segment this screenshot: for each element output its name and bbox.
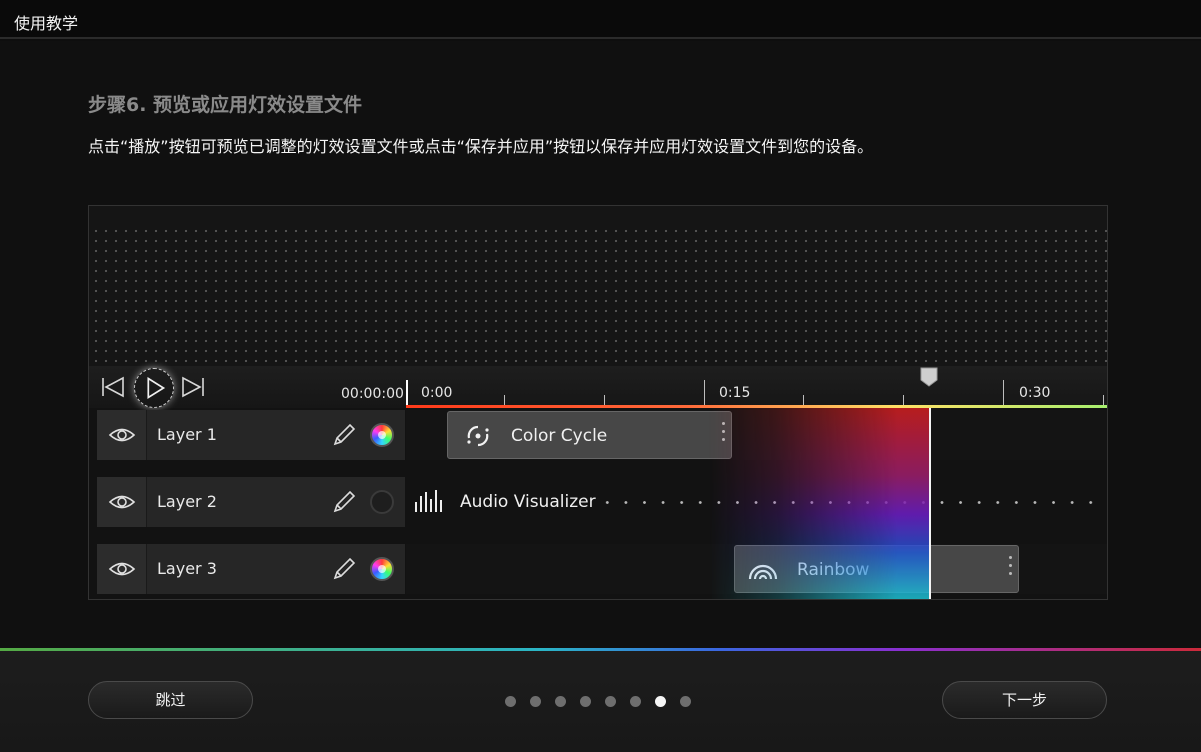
page-dot[interactable]: [655, 696, 666, 707]
ruler-label: 0:30: [1019, 385, 1051, 401]
ruler-tick: [604, 395, 605, 405]
page-dot[interactable]: [580, 696, 591, 707]
layer-track-2[interactable]: Audio Visualizer: [406, 477, 1107, 527]
skip-to-end-icon[interactable]: [179, 373, 207, 401]
skip-to-start-icon[interactable]: [99, 373, 127, 401]
layer-track-3[interactable]: Rainbow: [406, 544, 1107, 594]
timecode-display: 00:00:00: [341, 386, 404, 402]
timeline-demo: 00:00:00 0:00 0:15 0:30 Layer 1 Color Cy…: [88, 205, 1108, 600]
step-title: 步骤6. 预览或应用灯效设置文件: [88, 94, 363, 116]
timeline-clip[interactable]: Rainbow: [734, 545, 1019, 593]
clip-drag-handle[interactable]: [1009, 556, 1012, 584]
page-dot[interactable]: [680, 696, 691, 707]
ruler-tick: [1003, 380, 1004, 405]
ruler-tick: [803, 395, 804, 405]
eye-icon: [108, 428, 136, 442]
clip-dotted-extent: [598, 501, 1103, 504]
layer-row-2[interactable]: Layer 2: [97, 477, 405, 527]
eye-icon: [108, 495, 136, 509]
page-dot[interactable]: [605, 696, 616, 707]
layer-track-1[interactable]: Color Cycle: [406, 410, 1107, 460]
pencil-icon[interactable]: [331, 489, 357, 515]
led-preview-grid: [89, 206, 1107, 366]
playhead-handle-icon[interactable]: [920, 367, 938, 387]
clip-label: Rainbow: [797, 560, 870, 580]
eye-icon: [108, 562, 136, 576]
layer-row-1[interactable]: Layer 1: [97, 410, 405, 460]
timeline-ruler[interactable]: 0:00 0:15 0:30: [406, 366, 1107, 408]
visibility-toggle[interactable]: [97, 410, 147, 460]
play-button[interactable]: [134, 368, 174, 408]
page-dot[interactable]: [505, 696, 516, 707]
ruler-tick: [1103, 395, 1104, 405]
timeline-clip[interactable]: Color Cycle: [447, 411, 732, 459]
page-dot[interactable]: [555, 696, 566, 707]
play-icon: [147, 376, 166, 400]
layer-name: Layer 1: [157, 425, 217, 444]
ruler-tick: [504, 395, 505, 405]
layer-color-swatch[interactable]: [370, 490, 394, 514]
title-bar: 使用教学: [0, 0, 1201, 39]
layer-row-3[interactable]: Layer 3: [97, 544, 405, 594]
clip-label: Audio Visualizer: [460, 492, 596, 512]
clip-drag-handle[interactable]: [722, 422, 725, 450]
layer-name: Layer 2: [157, 492, 217, 511]
ruler-tick: [903, 395, 904, 405]
visibility-toggle[interactable]: [97, 477, 147, 527]
pencil-icon[interactable]: [331, 422, 357, 448]
next-button[interactable]: 下一步: [942, 681, 1107, 719]
ruler-start-marker: [406, 380, 408, 408]
visibility-toggle[interactable]: [97, 544, 147, 594]
page-dot[interactable]: [530, 696, 541, 707]
ruler-label: 0:00: [421, 385, 453, 401]
ruler-color-bar: [406, 405, 1107, 408]
tutorial-footer: 跳过 下一步: [0, 651, 1201, 752]
rainbow-icon: [748, 564, 778, 580]
layer-color-swatch[interactable]: [370, 423, 394, 447]
color-cycle-icon: [467, 425, 489, 447]
playhead-line[interactable]: [929, 408, 931, 599]
tutorial-content: 步骤6. 预览或应用灯效设置文件 点击“播放”按钮可预览已调整的灯效设置文件或点…: [0, 41, 1201, 648]
layer-name: Layer 3: [157, 559, 217, 578]
audio-bars-icon: [415, 490, 442, 512]
ruler-label: 0:15: [719, 385, 751, 401]
clip-label: Color Cycle: [511, 426, 608, 446]
skip-button[interactable]: 跳过: [88, 681, 253, 719]
window-title: 使用教学: [14, 14, 79, 33]
pencil-icon[interactable]: [331, 556, 357, 582]
page-dot[interactable]: [630, 696, 641, 707]
step-description: 点击“播放”按钮可预览已调整的灯效设置文件或点击“保存并应用”按钮以保存并应用灯…: [88, 137, 874, 156]
ruler-tick: [704, 380, 705, 405]
layer-color-swatch[interactable]: [370, 557, 394, 581]
